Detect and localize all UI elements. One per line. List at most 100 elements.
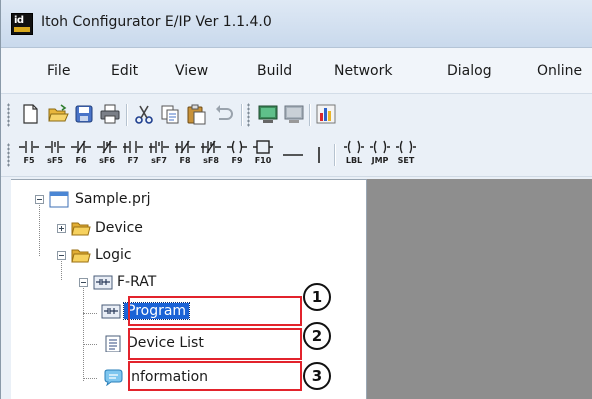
folder-icon: [71, 249, 91, 263]
label-icon: [344, 140, 364, 154]
ladder-or-nc-pulse-button[interactable]: sF8: [200, 140, 222, 172]
expand-toggle[interactable]: [57, 224, 66, 233]
ladder-set-button[interactable]: SET: [395, 140, 417, 172]
toolbar-separator: [334, 144, 335, 166]
title-bar: id Itoh Configurator E/IP Ver 1.1.4.0: [1, 0, 592, 48]
callout-number-3: 3: [303, 362, 331, 390]
print-icon[interactable]: [99, 103, 121, 125]
ladder-key-label: sF6: [99, 156, 115, 165]
collapse-toggle[interactable]: [35, 195, 44, 204]
cut-icon[interactable]: [133, 103, 155, 125]
function-box-icon: [253, 140, 273, 154]
editor-workspace[interactable]: [367, 179, 592, 399]
jump-icon: [370, 140, 390, 154]
window-title: Itoh Configurator E/IP Ver 1.1.4.0: [41, 14, 272, 30]
toolbar-grip[interactable]: [247, 103, 250, 127]
ladder-program-icon: [101, 304, 121, 319]
toolbar-grip[interactable]: [7, 103, 10, 127]
menu-network[interactable]: Network: [334, 63, 392, 79]
open-folder-icon[interactable]: [47, 103, 69, 125]
ladder-function-button[interactable]: F10: [252, 140, 274, 172]
horizontal-line-icon: [283, 154, 303, 156]
download-icon[interactable]: [257, 103, 279, 125]
toolbar-grip[interactable]: [7, 143, 10, 167]
save-icon[interactable]: [73, 103, 95, 125]
tree-node-logic[interactable]: Logic: [11, 244, 211, 268]
new-file-icon[interactable]: [19, 103, 41, 125]
ladder-key-label: JMP: [371, 156, 389, 165]
tree-node-device[interactable]: Device: [11, 217, 211, 241]
tree-node-project[interactable]: Sample.prj: [11, 188, 211, 212]
tree-label-project: Sample.prj: [75, 191, 151, 207]
ladder-horizontal-line-button[interactable]: [282, 140, 304, 172]
menu-dialog[interactable]: Dialog: [447, 63, 492, 79]
copy-icon[interactable]: [159, 103, 181, 125]
ladder-key-label: F5: [23, 156, 35, 165]
ladder-or-pulse-button[interactable]: sF7: [148, 140, 170, 172]
menu-edit[interactable]: Edit: [111, 63, 138, 79]
ladder-key-label: F6: [75, 156, 87, 165]
collapse-toggle[interactable]: [79, 278, 88, 287]
device-list-icon: [105, 335, 121, 352]
ladder-key-label: LBL: [345, 156, 363, 165]
or-nc-contact-icon: [175, 140, 195, 154]
no-contact-icon: [19, 141, 39, 153]
menu-file[interactable]: File: [47, 63, 70, 79]
menu-view[interactable]: View: [175, 63, 208, 79]
toolbar-separator: [309, 104, 310, 126]
ladder-key-label: F8: [179, 156, 191, 165]
ladder-or-contact-button[interactable]: F7: [122, 140, 144, 172]
callout-box-information: [128, 361, 302, 391]
main-toolbar: [1, 95, 592, 135]
callout-box-program: [128, 296, 302, 326]
menu-bar: File Edit View Build Network Dialog Onli…: [1, 48, 592, 94]
ladder-pulse-contact-button[interactable]: sF5: [44, 140, 66, 172]
folder-icon: [71, 222, 91, 236]
callout-number-1: 1: [303, 283, 331, 311]
nc-contact-icon: [71, 140, 91, 154]
ladder-key-label: sF8: [203, 156, 219, 165]
menu-build[interactable]: Build: [257, 63, 292, 79]
callout-number-2: 2: [303, 322, 331, 350]
tree-label-logic: Logic: [95, 247, 132, 263]
upload-icon[interactable]: [283, 103, 305, 125]
ladder-key-label: F9: [231, 156, 243, 165]
app-window: id Itoh Configurator E/IP Ver 1.1.4.0 Fi…: [0, 0, 592, 399]
tree-label-frat: F-RAT: [117, 274, 157, 290]
ladder-jump-button[interactable]: JMP: [369, 140, 391, 172]
information-balloon-icon: [104, 369, 123, 386]
collapse-toggle[interactable]: [57, 251, 66, 260]
or-nc-pulse-icon: [201, 140, 221, 154]
menu-online[interactable]: Online: [537, 63, 582, 79]
ladder-coil-button[interactable]: F9: [226, 140, 248, 172]
nc-pulse-contact-icon: [97, 140, 117, 154]
vertical-line-icon: [318, 147, 320, 163]
or-pulse-contact-icon: [149, 141, 169, 153]
tree-label-device: Device: [95, 220, 143, 236]
tree-node-frat[interactable]: F-RAT: [11, 271, 211, 295]
ladder-key-label: SET: [397, 156, 415, 165]
callout-box-device-list: [128, 328, 302, 360]
ladder-label-button[interactable]: LBL: [343, 140, 365, 172]
ladder-no-contact-button[interactable]: F5: [18, 140, 40, 172]
coil-icon: [227, 140, 247, 154]
ladder-key-label: F10: [254, 156, 272, 165]
pulse-contact-icon: [45, 141, 65, 153]
or-contact-icon: [123, 141, 143, 153]
monitor-icon[interactable]: [315, 103, 337, 125]
ladder-key-label: F7: [127, 156, 139, 165]
paste-icon[interactable]: [185, 103, 207, 125]
undo-icon[interactable]: [213, 103, 235, 125]
ladder-vertical-line-button[interactable]: [308, 140, 330, 172]
ladder-nc-pulse-button[interactable]: sF6: [96, 140, 118, 172]
app-logo-text: id: [14, 15, 24, 26]
app-logo-icon: id: [11, 13, 33, 35]
ladder-or-nc-button[interactable]: F8: [174, 140, 196, 172]
toolbar-separator: [241, 104, 242, 126]
toolbar-separator: [126, 104, 127, 126]
app-logo-bar: [14, 27, 30, 32]
project-window-icon: [49, 191, 69, 208]
ladder-toolbar: F5 sF5 F6 sF6 F7 sF7 F8 sF8 F9 F10 LBL J…: [1, 135, 592, 177]
ladder-program-icon: [93, 275, 113, 290]
ladder-nc-contact-button[interactable]: F6: [70, 140, 92, 172]
